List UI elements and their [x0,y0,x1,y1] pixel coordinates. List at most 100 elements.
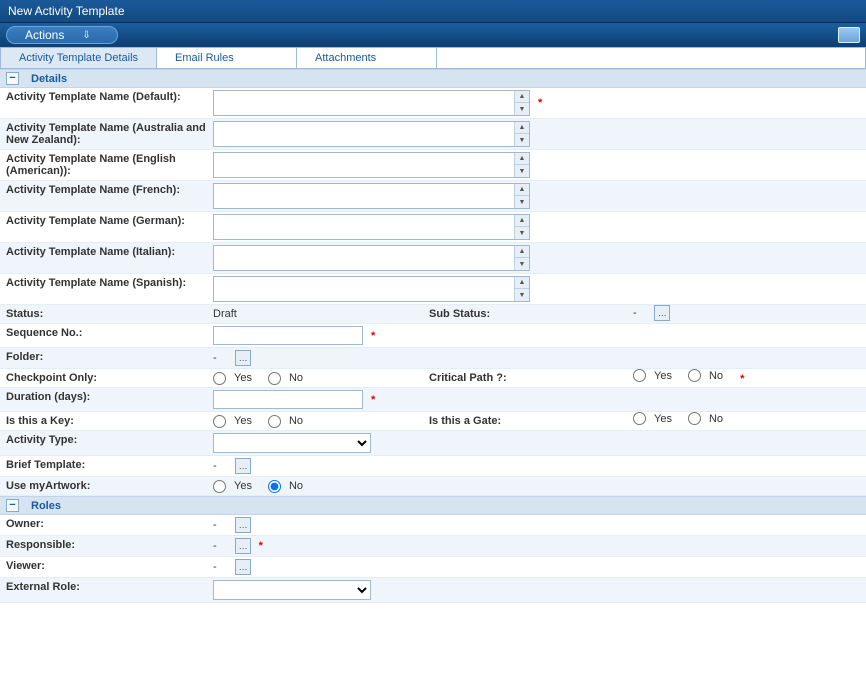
required-asterisk: * [371,394,375,406]
name-fr-input[interactable] [214,184,514,208]
spinner-down-icon[interactable]: ▼ [515,134,529,146]
key-no-radio[interactable] [268,415,281,428]
activity-type-select[interactable] [213,433,371,453]
myartwork-yes-radio[interactable] [213,480,226,493]
critical-no-label: No [709,370,723,382]
window-icon [838,27,860,43]
gate-no-label: No [709,413,723,425]
required-asterisk: * [371,330,375,342]
owner-value: - [213,519,231,531]
label-owner: Owner: [0,515,213,535]
substatus-lookup-button[interactable]: … [654,305,670,321]
name-default-input-wrap: ▲ ▼ [213,90,530,116]
myartwork-yes-label: Yes [234,480,252,492]
spinner-down-icon[interactable]: ▼ [515,103,529,115]
spinner-up-icon[interactable]: ▲ [515,246,529,258]
sequence-input[interactable] [213,326,363,345]
critical-yes-radio[interactable] [633,369,646,382]
label-substatus: Sub Status: [423,305,633,323]
label-name-default: Activity Template Name (Default): [0,88,213,118]
required-asterisk: * [259,540,263,552]
critical-yes-label: Yes [654,370,672,382]
name-en-us-input[interactable] [214,153,514,177]
label-name-fr: Activity Template Name (French): [0,181,213,211]
tab-activity-template-details[interactable]: Activity Template Details [1,48,157,68]
brief-template-value: - [213,460,231,472]
label-use-myartwork: Use myArtwork: [0,477,213,495]
viewer-lookup-button[interactable]: … [235,559,251,575]
spinner-up-icon[interactable]: ▲ [515,277,529,289]
tab-attachments[interactable]: Attachments [297,48,437,68]
label-name-it: Activity Template Name (Italian): [0,243,213,273]
duration-input[interactable] [213,390,363,409]
name-de-input[interactable] [214,215,514,239]
row-folder: Folder: - … [0,348,866,369]
label-folder: Folder: [0,348,213,368]
spinner-down-icon[interactable]: ▼ [515,258,529,270]
label-name-en-us: Activity Template Name (English (America… [0,150,213,180]
checkpoint-yes-radio[interactable] [213,372,226,385]
actions-menu-button[interactable]: Actions ⇩ [6,26,118,44]
spinner-down-icon[interactable]: ▼ [515,196,529,208]
row-responsible: Responsible: - … * [0,536,866,557]
name-anz-input[interactable] [214,122,514,146]
row-activity-type: Activity Type: [0,431,866,456]
row-duration: Duration (days): * [0,388,866,412]
tab-spacer [437,48,865,68]
checkpoint-no-radio[interactable] [268,372,281,385]
required-asterisk: * [538,97,542,109]
responsible-lookup-button[interactable]: … [235,538,251,554]
action-bar: Actions ⇩ [0,23,866,47]
label-sequence: Sequence No.: [0,324,213,347]
checkpoint-no-label: No [289,372,303,384]
folder-lookup-button[interactable]: … [235,350,251,366]
gate-yes-label: Yes [654,413,672,425]
spinner-up-icon[interactable]: ▲ [515,153,529,165]
critical-no-radio[interactable] [688,369,701,382]
collapse-roles-button[interactable]: − [6,499,19,512]
spinner-up-icon[interactable]: ▲ [515,184,529,196]
window-titlebar: New Activity Template [0,0,866,23]
row-name-es: Activity Template Name (Spanish): ▲ ▼ [0,274,866,305]
gate-yes-radio[interactable] [633,412,646,425]
spinner-down-icon[interactable]: ▼ [515,289,529,301]
row-name-default: Activity Template Name (Default): ▲ ▼ * [0,88,866,119]
label-viewer: Viewer: [0,557,213,577]
brief-template-lookup-button[interactable]: … [235,458,251,474]
row-owner: Owner: - … [0,515,866,536]
label-name-es: Activity Template Name (Spanish): [0,274,213,304]
myartwork-no-radio[interactable] [268,480,281,493]
external-role-select[interactable] [213,580,371,600]
section-title-roles: Roles [31,500,61,512]
key-yes-label: Yes [234,415,252,427]
label-status: Status: [0,305,213,323]
key-yes-radio[interactable] [213,415,226,428]
substatus-value: - [633,307,651,319]
checkpoint-yes-label: Yes [234,372,252,384]
name-default-input[interactable] [214,91,514,115]
name-es-input[interactable] [214,277,514,301]
key-no-label: No [289,415,303,427]
owner-lookup-button[interactable]: … [235,517,251,533]
spinner-up-icon[interactable]: ▲ [515,91,529,103]
label-external-role: External Role: [0,578,213,602]
row-checkpoint: Checkpoint Only: Yes No Critical Path ?:… [0,369,866,388]
name-it-input[interactable] [214,246,514,270]
gate-no-radio[interactable] [688,412,701,425]
label-duration: Duration (days): [0,388,213,411]
collapse-details-button[interactable]: − [6,72,19,85]
row-use-myartwork: Use myArtwork: Yes No [0,477,866,496]
spinner-down-icon[interactable]: ▼ [515,165,529,177]
row-name-en-us: Activity Template Name (English (America… [0,150,866,181]
row-viewer: Viewer: - … [0,557,866,578]
row-name-it: Activity Template Name (Italian): ▲ ▼ [0,243,866,274]
spinner-up-icon[interactable]: ▲ [515,215,529,227]
tab-email-rules[interactable]: Email Rules [157,48,297,68]
spinner-down-icon[interactable]: ▼ [515,227,529,239]
row-sequence: Sequence No.: * [0,324,866,348]
section-title-details: Details [31,73,67,85]
label-name-de: Activity Template Name (German): [0,212,213,242]
section-header-details: − Details [0,69,866,88]
spinner-up-icon[interactable]: ▲ [515,122,529,134]
myartwork-no-label: No [289,480,303,492]
